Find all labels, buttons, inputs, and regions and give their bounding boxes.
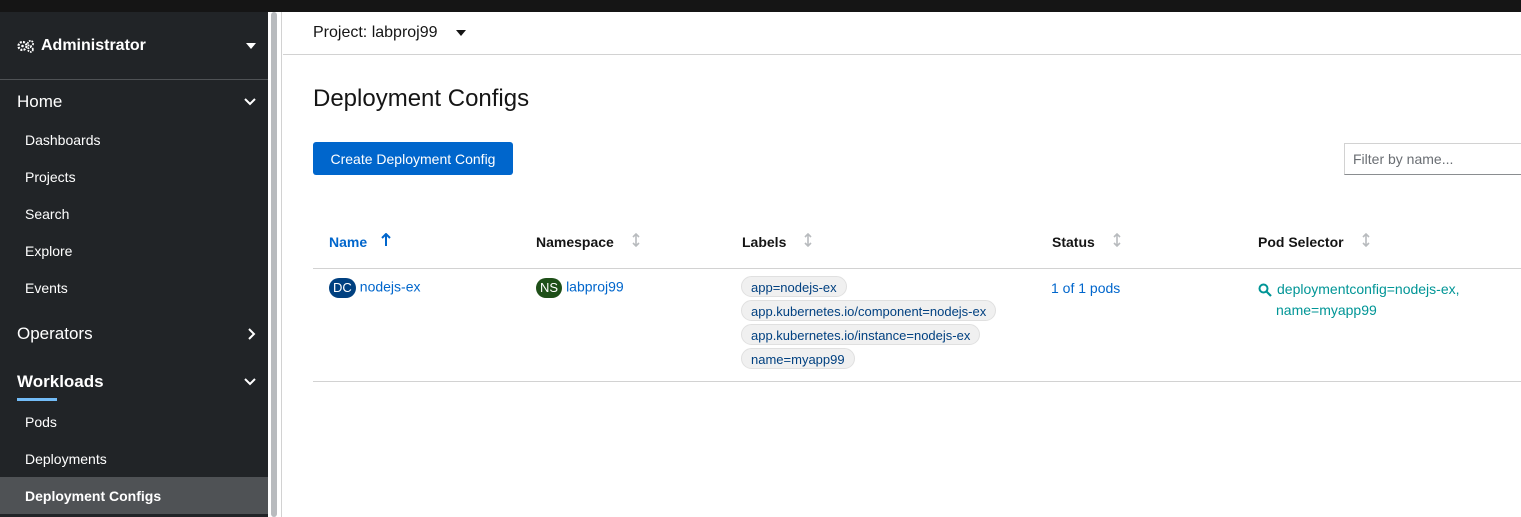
- sort-icon: [1362, 232, 1370, 250]
- perspective-switcher[interactable]: Administrator: [0, 12, 268, 80]
- main-content: Project: labproj99 Deployment Configs Cr…: [283, 12, 1521, 517]
- active-section-indicator: [17, 398, 57, 401]
- label-chip[interactable]: name=myapp99: [741, 348, 855, 369]
- pod-selector-text: deploymentconfig=nodejs-ex,: [1277, 281, 1460, 297]
- nav-item-pods[interactable]: Pods: [0, 403, 268, 440]
- create-deployment-config-button[interactable]: Create Deployment Config: [313, 142, 513, 175]
- filter-by-name-input[interactable]: [1344, 143, 1521, 175]
- chevron-right-icon: [248, 328, 256, 340]
- nav-section-label: Operators: [17, 324, 93, 343]
- column-header-namespace[interactable]: Namespace: [536, 232, 640, 250]
- namespace-cell: NS labproj99: [536, 278, 624, 298]
- nav-item-search[interactable]: Search: [0, 195, 268, 232]
- nav-item-dashboards[interactable]: Dashboards: [0, 121, 268, 158]
- column-header-name[interactable]: Name: [329, 232, 391, 250]
- top-masthead: [0, 0, 1521, 12]
- chevron-down-icon: [244, 378, 256, 386]
- caret-down-icon: [246, 42, 256, 49]
- labels-cell: app=nodejs-ex app.kubernetes.io/componen…: [741, 276, 1031, 376]
- ns-resource-badge: NS: [536, 278, 563, 298]
- column-header-label: Name: [329, 233, 368, 250]
- table-header-divider: [313, 268, 1521, 269]
- sidebar-scrollbar[interactable]: [268, 12, 282, 517]
- sort-ascending-icon: [381, 232, 391, 250]
- column-header-label: Labels: [742, 233, 787, 250]
- pod-selector-text[interactable]: name=myapp99: [1258, 300, 1460, 321]
- column-header-label: Status: [1052, 233, 1095, 250]
- nav-item-label: Deployment Configs: [25, 487, 162, 504]
- sidebar: Administrator Home Dashboards Projects S…: [0, 12, 268, 517]
- pod-selector-cell: deploymentconfig=nodejs-ex, name=myapp99: [1258, 279, 1460, 321]
- nav-section-label: Home: [17, 92, 63, 111]
- nav-section-home[interactable]: Home: [0, 84, 268, 120]
- page-title: Deployment Configs: [313, 85, 530, 112]
- caret-down-icon: [455, 30, 466, 36]
- status-cell: 1 of 1 pods: [1051, 280, 1120, 296]
- perspective-title: Administrator: [41, 36, 146, 54]
- column-header-pod-selector[interactable]: Pod Selector: [1258, 232, 1370, 250]
- nav-item-label: Projects: [25, 168, 76, 185]
- nav-item-label: Events: [25, 279, 68, 296]
- nav-item-projects[interactable]: Projects: [0, 158, 268, 195]
- column-header-label: Pod Selector: [1258, 233, 1344, 250]
- chevron-down-icon: [244, 98, 256, 106]
- label-chip[interactable]: app.kubernetes.io/instance=nodejs-ex: [741, 324, 981, 345]
- name-cell: DC nodejs-ex: [329, 278, 420, 298]
- nav-section-workloads[interactable]: Workloads: [0, 364, 268, 400]
- nav-item-deployment-configs[interactable]: Deployment Configs: [0, 477, 268, 514]
- scrollbar-thumb[interactable]: [271, 12, 277, 517]
- search-icon: [1258, 283, 1272, 297]
- dc-resource-badge: DC: [329, 278, 356, 298]
- nav-item-label: Pods: [25, 413, 57, 430]
- nav-item-explore[interactable]: Explore: [0, 232, 268, 269]
- nav-item-label: Explore: [25, 242, 73, 259]
- sort-icon: [1113, 232, 1121, 250]
- nav-item-label: Deployments: [25, 450, 107, 467]
- pod-status-link[interactable]: 1 of 1 pods: [1051, 280, 1120, 296]
- deployment-config-link[interactable]: nodejs-ex: [360, 279, 421, 295]
- nav-item-label: Search: [25, 205, 70, 222]
- label-chip[interactable]: app=nodejs-ex: [741, 276, 847, 297]
- project-selector-label: Project: labproj99: [313, 24, 438, 41]
- label-chip[interactable]: app.kubernetes.io/component=nodejs-ex: [741, 300, 997, 321]
- table-row-divider: [313, 381, 1521, 382]
- sort-icon: [632, 232, 640, 250]
- nav-section-label: Workloads: [17, 372, 104, 391]
- namespace-link[interactable]: labproj99: [566, 279, 624, 295]
- nav-item-deployments[interactable]: Deployments: [0, 440, 268, 477]
- nav-item-label: Dashboards: [25, 131, 101, 148]
- gears-icon: [17, 39, 34, 53]
- project-selector[interactable]: Project: labproj99: [283, 12, 1521, 55]
- column-header-status[interactable]: Status: [1052, 232, 1121, 250]
- sort-icon: [804, 232, 812, 250]
- column-header-labels[interactable]: Labels: [742, 232, 812, 250]
- nav-item-events[interactable]: Events: [0, 269, 268, 306]
- pod-selector-link[interactable]: deploymentconfig=nodejs-ex,: [1258, 279, 1460, 300]
- nav-section-operators[interactable]: Operators: [0, 316, 268, 352]
- column-header-label: Namespace: [536, 233, 614, 250]
